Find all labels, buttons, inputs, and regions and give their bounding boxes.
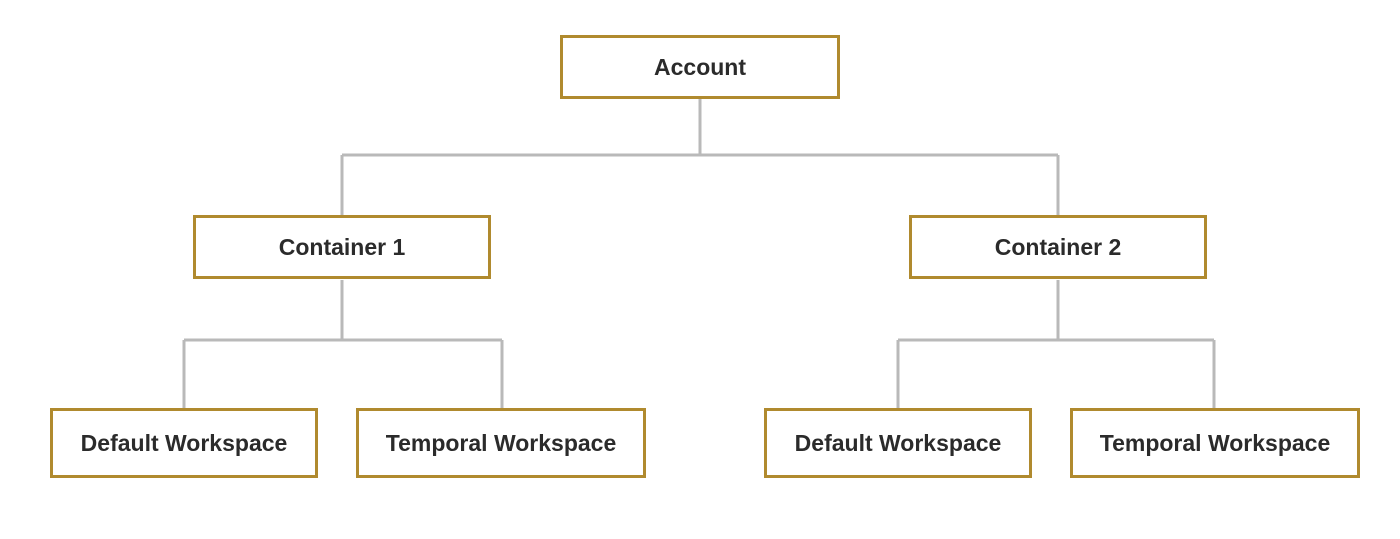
- node-c2-default-workspace: Default Workspace: [764, 408, 1032, 478]
- node-account: Account: [560, 35, 840, 99]
- node-c1-temporal-workspace-label: Temporal Workspace: [386, 430, 617, 457]
- node-container-1: Container 1: [193, 215, 491, 279]
- node-c2-temporal-workspace: Temporal Workspace: [1070, 408, 1360, 478]
- node-container-1-label: Container 1: [279, 234, 406, 261]
- node-c1-default-workspace: Default Workspace: [50, 408, 318, 478]
- node-c2-default-workspace-label: Default Workspace: [795, 430, 1002, 457]
- node-c1-default-workspace-label: Default Workspace: [81, 430, 288, 457]
- node-account-label: Account: [654, 54, 746, 81]
- node-c1-temporal-workspace: Temporal Workspace: [356, 408, 646, 478]
- node-c2-temporal-workspace-label: Temporal Workspace: [1100, 430, 1331, 457]
- node-container-2: Container 2: [909, 215, 1207, 279]
- node-container-2-label: Container 2: [995, 234, 1122, 261]
